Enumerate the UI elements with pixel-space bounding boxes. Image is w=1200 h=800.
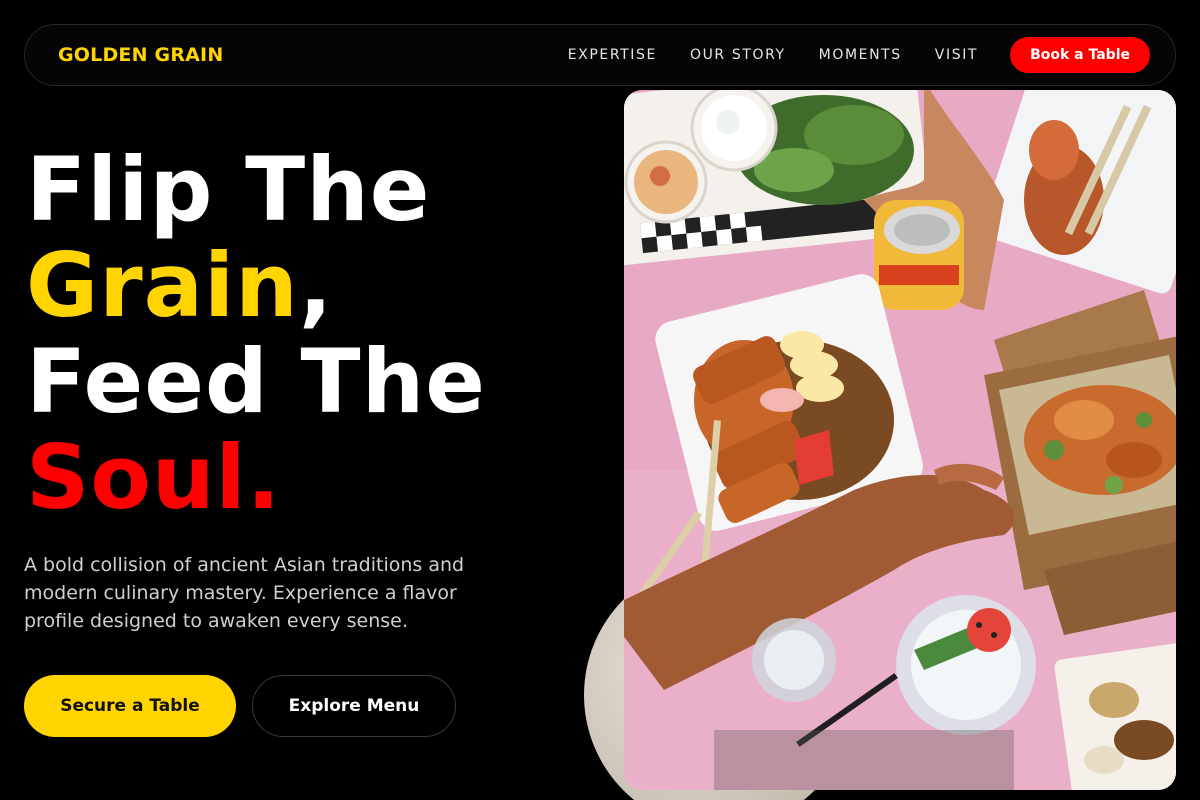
headline-highlight-soul: Soul. [26, 426, 282, 529]
hero-food-photo [624, 90, 1176, 790]
brand-logo[interactable]: GOLDEN GRAIN [58, 44, 223, 66]
explore-menu-button[interactable]: Explore Menu [252, 675, 456, 737]
headline-line-2: Grain, [26, 238, 606, 334]
secure-table-button[interactable]: Secure a Table [24, 675, 236, 737]
headline-line-1: Flip The [26, 138, 431, 241]
nav-links: EXPERTISE OUR STORY MOMENTS VISIT Book a… [535, 37, 1150, 73]
headline-comma: , [298, 234, 334, 337]
nav-link-expertise[interactable]: EXPERTISE [568, 47, 657, 63]
food-illustration [624, 90, 1176, 790]
top-navigation: GOLDEN GRAIN EXPERTISE OUR STORY MOMENTS… [24, 24, 1176, 86]
book-table-button[interactable]: Book a Table [1010, 37, 1150, 73]
nav-link-moments[interactable]: MOMENTS [819, 47, 902, 63]
nav-link-our-story[interactable]: OUR STORY [690, 47, 786, 63]
nav-link-visit[interactable]: VISIT [935, 47, 978, 63]
hero-headline: Flip The Grain, Feed The Soul. [26, 142, 606, 526]
headline-highlight-grain: Grain [26, 234, 299, 337]
hero-description: A bold collision of ancient Asian tradit… [24, 554, 465, 632]
landing-page: GOLDEN GRAIN EXPERTISE OUR STORY MOMENTS… [0, 0, 1200, 800]
headline-line-3: Feed The [26, 330, 486, 433]
